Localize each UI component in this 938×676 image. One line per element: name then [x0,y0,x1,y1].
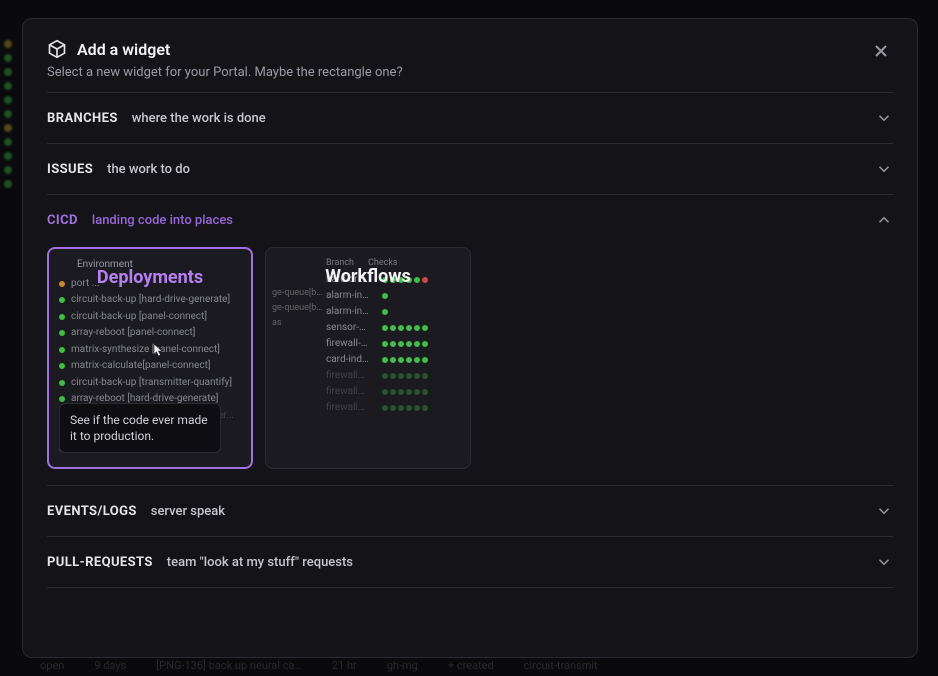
section-tagline: landing code into places [92,213,233,228]
close-icon [874,44,888,58]
section-header-pullrequests[interactable]: PULL-REQUESTS team "look at my stuff" re… [47,553,893,571]
widget-card-workflows[interactable]: Branch Checks hard-dri…alarm-in…alarm-in… [265,247,471,469]
card-title: Workflows [325,266,411,287]
section-tagline: where the work is done [132,111,266,126]
workflow-row: firewall… [326,386,460,397]
section-cicd: CICD landing code into places Environmen… [47,194,893,485]
section-issues: ISSUES the work to do [47,143,893,194]
chevron-up-icon [875,211,893,229]
section-header-eventslogs[interactable]: EVENTS/LOGS server speak [47,502,893,520]
workflow-row: firewall-… [326,338,460,349]
deployment-row: array-reboot [panel-connect] [59,325,241,342]
chevron-down-icon [875,553,893,571]
modal-title: Add a widget [77,40,170,59]
workflow-row: firewall… [326,370,460,381]
section-tagline: team "look at my stuff" requests [167,555,353,570]
deployment-row: circuit-back-up [transmitter-quantify] [59,375,241,392]
cube-icon [47,39,67,59]
section-branches: BRANCHES where the work is done [47,92,893,143]
section-tagline: the work to do [107,162,190,177]
chevron-down-icon [875,160,893,178]
section-name: EVENTS/LOGS [47,504,137,519]
card-tooltip: See if the code ever made it to producti… [59,403,221,453]
deployment-row: circuit-back-up [hard-drive-generate] [59,292,241,309]
chevron-down-icon [875,109,893,127]
section-name: CICD [47,213,78,228]
section-name: ISSUES [47,162,93,177]
workflow-row: alarm-in… [326,290,460,301]
section-header-issues[interactable]: ISSUES the work to do [47,160,893,178]
widget-card-deployments[interactable]: Environment port ...circuit-back-up [har… [47,247,253,469]
section-name: PULL-REQUESTS [47,555,153,570]
section-pullrequests: PULL-REQUESTS team "look at my stuff" re… [47,536,893,588]
section-header-cicd[interactable]: CICD landing code into places [47,211,893,229]
background-task-row: open 9 days [PNG-136] back up neural ca…… [0,659,938,672]
workflow-row: card-ind… [326,354,460,365]
workflow-row: sensor-… [326,322,460,333]
section-eventslogs: EVENTS/LOGS server speak [47,485,893,536]
add-widget-modal: Add a widget Select a new widget for you… [22,18,918,658]
deployment-row: circuit-back-up [panel-connect] [59,309,241,326]
chevron-down-icon [875,502,893,520]
modal-subtitle: Select a new widget for your Portal. May… [47,65,403,80]
close-button[interactable] [869,39,893,63]
section-tagline: server speak [151,504,225,519]
section-header-branches[interactable]: BRANCHES where the work is done [47,109,893,127]
section-name: BRANCHES [47,111,118,126]
workflow-row: alarm-in… [326,306,460,317]
card-title: Deployments [97,267,203,288]
cursor-pointer-icon [149,343,165,361]
workflow-row: firewall… [326,402,460,413]
